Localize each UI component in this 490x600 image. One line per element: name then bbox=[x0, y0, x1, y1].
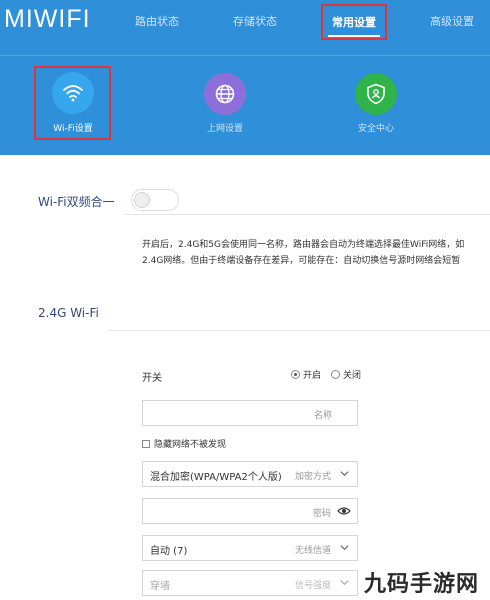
password-input[interactable]: 密码 bbox=[142, 498, 358, 524]
globe-icon bbox=[215, 84, 235, 104]
encryption-value: 混合加密(WPA/WPA2个人版) bbox=[150, 472, 282, 483]
dual-band-label: Wi-Fi双频合一 bbox=[38, 195, 115, 209]
dual-band-desc-line1: 开启后，2.4G和5G会使用同一名称，路由器会自动为终端选择最佳WiFi网络，如 bbox=[142, 240, 465, 250]
toggle-knob bbox=[134, 192, 150, 208]
dual-band-divider bbox=[124, 214, 490, 215]
signal-strength-hint: 信号强度 bbox=[294, 581, 331, 591]
encryption-hint: 加密方式 bbox=[294, 472, 331, 482]
active-tab-underline bbox=[328, 35, 380, 37]
hide-network-checkbox[interactable] bbox=[142, 439, 150, 448]
subnav-wifi-button[interactable] bbox=[52, 72, 94, 114]
radio-off[interactable] bbox=[331, 370, 341, 379]
chevron-down-icon bbox=[340, 471, 349, 477]
chevron-down-icon bbox=[340, 580, 349, 586]
wifi-name-hint: 名称 bbox=[313, 411, 332, 421]
nav-common-settings-label: 常用设置 bbox=[332, 16, 376, 29]
signal-strength-select[interactable]: 穿墙 信号强度 bbox=[142, 570, 358, 596]
subnav-wifi-label: Wi-Fi设置 bbox=[53, 124, 93, 134]
subnav-internet-button[interactable] bbox=[204, 73, 246, 115]
channel-value: 自动 (7) bbox=[150, 546, 188, 557]
chevron-down-icon bbox=[340, 545, 349, 551]
wifi24-divider bbox=[108, 330, 490, 331]
radio-on-label: 开启 bbox=[303, 371, 322, 381]
radio-on[interactable] bbox=[291, 370, 300, 379]
header-bar: MIWIFI 路由状态 存储状态 常用设置 高级设置 Wi-Fi设置 上网设置 bbox=[0, 0, 490, 155]
encryption-select[interactable]: 混合加密(WPA/WPA2个人版) 加密方式 bbox=[142, 461, 358, 487]
wifi24-section-title: 2.4G Wi-Fi bbox=[38, 306, 99, 320]
shield-icon bbox=[367, 83, 385, 105]
nav-advanced-settings[interactable]: 高级设置 bbox=[430, 13, 474, 29]
nav-storage-status[interactable]: 存储状态 bbox=[233, 13, 277, 29]
nav-router-status[interactable]: 路由状态 bbox=[135, 13, 179, 29]
wifi24-switch-label: 开关 bbox=[142, 373, 162, 384]
dual-band-desc-line2: 2.4G网络。但由于终端设备存在差异，可能存在：自动切换信号源时网络会短暂 bbox=[142, 256, 461, 266]
subnav-security-label: 安全中心 bbox=[357, 124, 394, 134]
dual-band-toggle[interactable] bbox=[131, 189, 179, 211]
radio-off-label: 关闭 bbox=[343, 371, 362, 381]
logo: MIWIFI bbox=[4, 5, 91, 33]
wifi-name-input[interactable]: 名称 bbox=[142, 400, 358, 426]
channel-select[interactable]: 自动 (7) 无线信道 bbox=[142, 535, 358, 561]
hide-network-label: 隐藏网络不被发现 bbox=[154, 440, 227, 450]
signal-strength-value: 穿墙 bbox=[150, 581, 170, 592]
subnav-internet-label: 上网设置 bbox=[206, 124, 243, 134]
wifi24-switch-radios: 开启 关闭 bbox=[291, 368, 361, 381]
hide-network-row[interactable]: 隐藏网络不被发现 bbox=[142, 437, 226, 450]
password-hint: 密码 bbox=[312, 509, 331, 519]
header-divider bbox=[0, 55, 490, 56]
watermark: 九码手游网 bbox=[364, 572, 480, 597]
wifi-icon bbox=[63, 85, 83, 102]
eye-icon[interactable] bbox=[337, 506, 351, 516]
channel-hint: 无线信道 bbox=[294, 546, 331, 556]
subnav-security-button[interactable] bbox=[355, 73, 397, 115]
